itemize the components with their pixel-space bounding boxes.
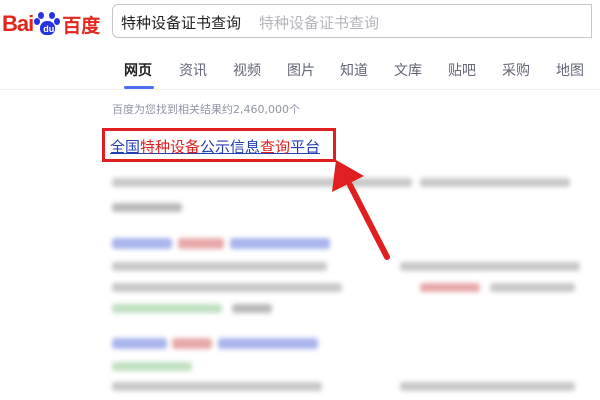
annotation-arrow-icon xyxy=(332,160,390,260)
